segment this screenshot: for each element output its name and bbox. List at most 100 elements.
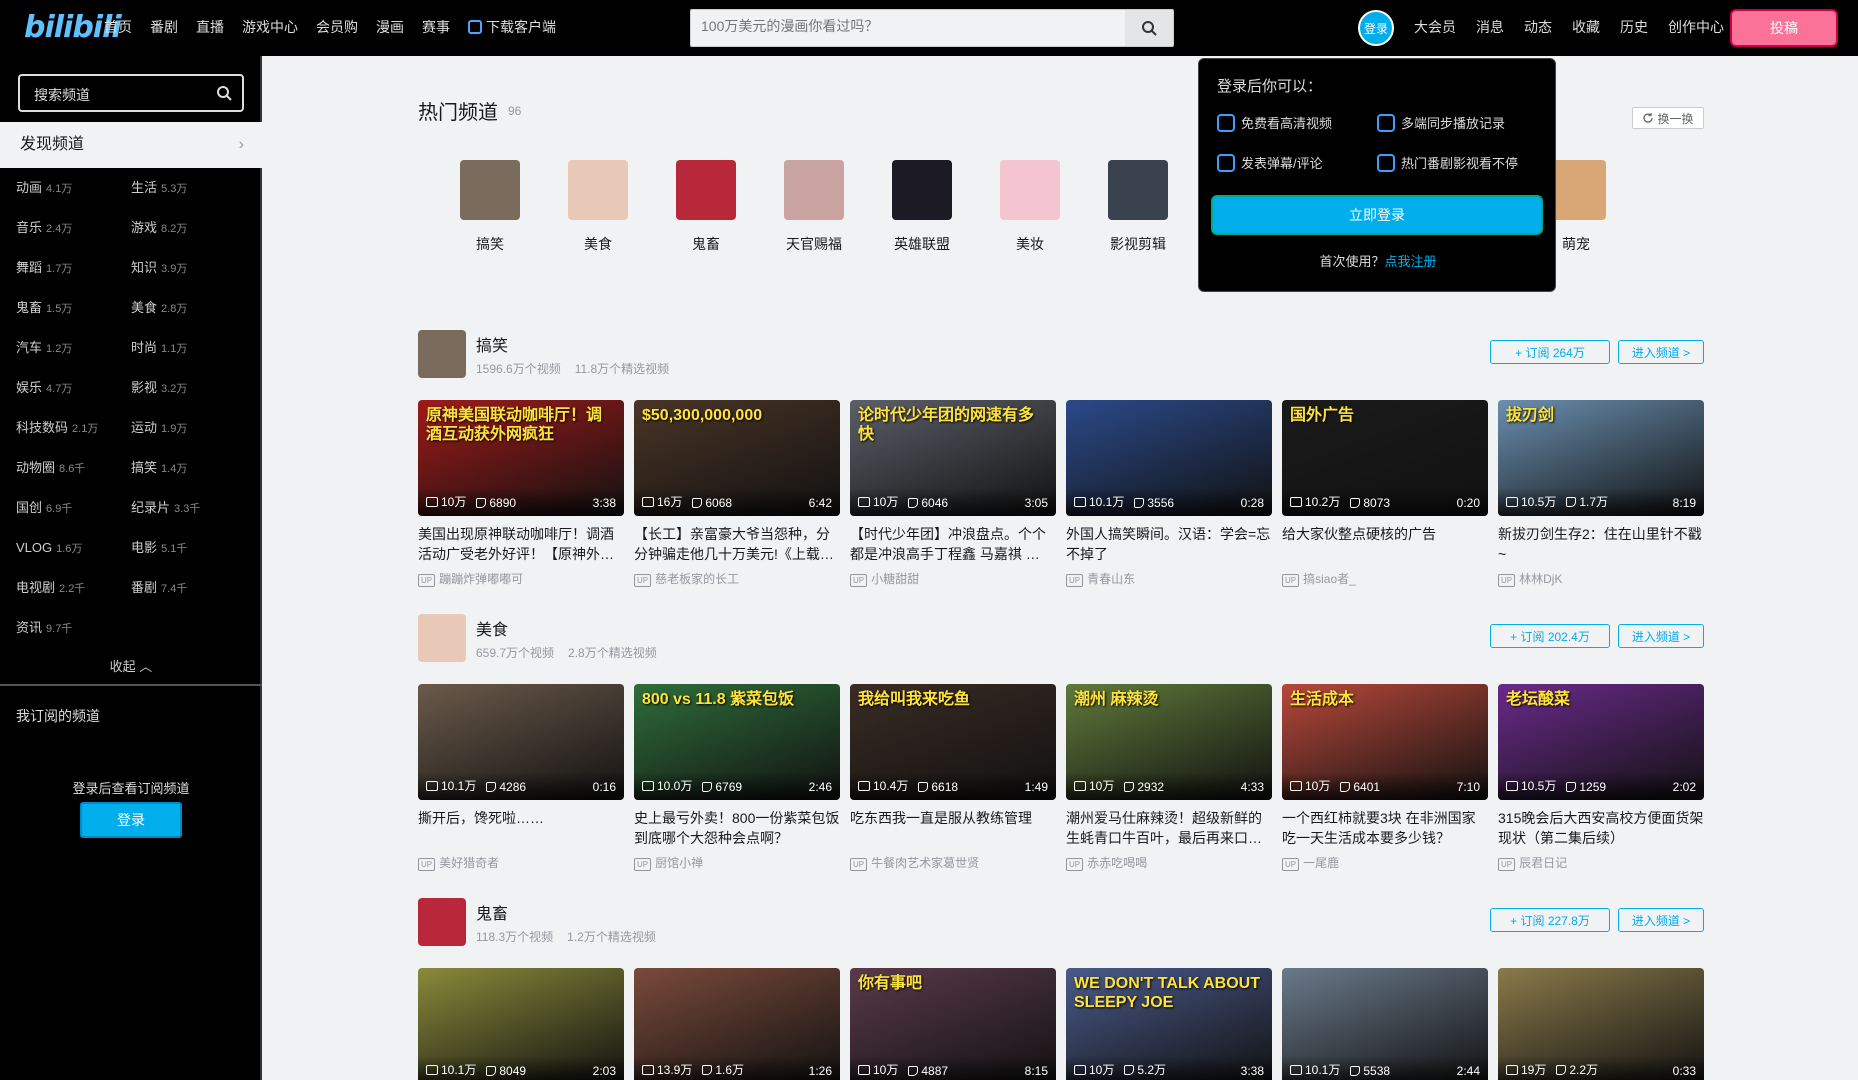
section-avatar[interactable] [418, 898, 466, 946]
nav-download-client[interactable]: 下载客户端 [468, 17, 556, 37]
video-card[interactable]: $50,300,000,000 16万 6068 6:42 【长工】亲富豪大爷当怨种，分… [634, 400, 840, 587]
video-cover[interactable]: 论时代少年团的网速有多快 10万 6046 3:05 [850, 400, 1056, 516]
video-card[interactable]: 原神美国联动咖啡厅！调酒互动获外网疯狂 10万 6890 3:38 美国出现原神联动咖啡… [418, 400, 624, 587]
nav-manga[interactable]: 漫画 [376, 17, 404, 37]
nav-anime[interactable]: 番剧 [150, 17, 178, 37]
sidebar-category-item[interactable]: 美食 2.8万 [131, 296, 246, 319]
sidebar-category-item[interactable]: 国创 6.9千 [16, 496, 131, 519]
nav-messages[interactable]: 消息 [1476, 17, 1504, 37]
video-title[interactable]: 315晚会后大西安高校方便面货架现状（第二集后续） [1498, 808, 1704, 848]
sidebar-category-item[interactable]: 生活 5.3万 [131, 176, 246, 199]
hot-channel-item[interactable]: 搞笑 [436, 160, 544, 254]
hot-channel-item[interactable]: 美食 [544, 160, 652, 254]
video-cover[interactable]: 老坛酸菜 10.5万 1259 2:02 [1498, 684, 1704, 800]
nav-dynamics[interactable]: 动态 [1524, 17, 1552, 37]
hot-channel-item[interactable]: 美妆 [976, 160, 1084, 254]
sidebar-category-item[interactable]: 音乐 2.4万 [16, 216, 131, 239]
nav-mall[interactable]: 会员购 [316, 17, 358, 37]
video-title[interactable]: 吃东西我一直是服从教练管理 [850, 808, 1056, 848]
video-card[interactable]: 论时代少年团的网速有多快 10万 6046 3:05 【时代少年团】冲浪盘点。个个都是冲… [850, 400, 1056, 587]
discover-channels[interactable]: 发现频道 › [0, 122, 262, 168]
section-avatar[interactable] [418, 330, 466, 378]
subscribe-button[interactable]: + 订阅 202.4万 [1490, 624, 1610, 648]
sidebar-category-item[interactable]: 动画 4.1万 [16, 176, 131, 199]
nav-favorites[interactable]: 收藏 [1572, 17, 1600, 37]
sidebar-category-item[interactable]: 时尚 1.1万 [131, 336, 246, 359]
enter-channel-button[interactable]: 进入频道 > [1618, 908, 1704, 932]
video-card[interactable]: 10.1万55382:44啊下之下，而娘之也是你的 [1282, 968, 1488, 1080]
nav-home[interactable]: 首页 [104, 17, 132, 37]
video-title[interactable]: 给大家伙整点硬核的广告 [1282, 524, 1488, 564]
channel-search[interactable]: 搜索频道 [18, 74, 244, 112]
sidebar-category-item[interactable]: 资讯 9.7千 [16, 616, 131, 639]
video-card[interactable]: 老坛酸菜 10.5万 1259 2:02 315晚会后大西安高校方便面货架现状（第二集后… [1498, 684, 1704, 871]
section-avatar[interactable] [418, 614, 466, 662]
sidebar-category-item[interactable]: 搞笑 1.4万 [131, 456, 246, 479]
video-title[interactable]: 撕开后，馋死啦…… [418, 808, 624, 848]
sidebar-category-item[interactable]: 电影 5.1千 [131, 536, 246, 559]
section-name[interactable]: 搞笑 [476, 332, 508, 356]
video-card[interactable]: 800 vs 11.8 紫菜包饭 10.0万 6769 2:46 史上最亏外卖！800一… [634, 684, 840, 871]
video-cover[interactable]: WE DON'T TALK ABOUT SLEEPY JOE 10万 5.2万 3:3… [1066, 968, 1272, 1080]
video-cover[interactable]: 国外广告 10.2万 8073 0:20 [1282, 400, 1488, 516]
video-cover[interactable]: 你有事吧 10万 4887 8:15 [850, 968, 1056, 1080]
sidebar-category-item[interactable]: 运动 1.9万 [131, 416, 246, 439]
sidebar-category-item[interactable]: 纪录片 3.3千 [131, 496, 246, 519]
search-button[interactable] [1125, 10, 1173, 46]
hot-channel-item[interactable]: 天官赐福 [760, 160, 868, 254]
nav-live[interactable]: 直播 [196, 17, 224, 37]
upload-button[interactable]: 投稿 [1730, 9, 1838, 47]
sidebar-category-item[interactable]: 影视 3.2万 [131, 376, 246, 399]
nav-esports[interactable]: 赛事 [422, 17, 450, 37]
video-card[interactable]: 生活成本 10万 6401 7:10 一个西红柿就要3块 在非洲国家吃一天生活成本要多少… [1282, 684, 1488, 871]
uploader[interactable]: UP 一尾鹿 [1282, 854, 1488, 871]
sidebar-category-item[interactable]: 娱乐 4.7万 [16, 376, 131, 399]
video-card[interactable]: 潮州 麻辣烫 10万 2932 4:33 潮州爱马仕麻辣烫！超级新鲜的生蚝青口牛百叶，最… [1066, 684, 1272, 871]
uploader[interactable]: UP 赤赤吃喝喝 [1066, 854, 1272, 871]
collapse-button[interactable]: 收起 ︿ [0, 656, 262, 675]
video-cover[interactable]: 10.1万 5538 2:44 [1282, 968, 1488, 1080]
refresh-button[interactable]: 换一换 [1632, 107, 1704, 129]
video-title[interactable]: 潮州爱马仕麻辣烫！超级新鲜的生蚝青口牛百叶，最后再来口… [1066, 808, 1272, 848]
section-name[interactable]: 美食 [476, 616, 508, 640]
section-name[interactable]: 鬼畜 [476, 900, 508, 924]
sidebar-category-item[interactable]: 知识 3.9万 [131, 256, 246, 279]
video-cover[interactable]: 10.1万 3556 0:28 [1066, 400, 1272, 516]
subscribe-button[interactable]: + 订阅 264万 [1490, 340, 1610, 364]
video-card[interactable]: 我给叫我来吃鱼 10.4万 6618 1:49 吃东西我一直是服从教练管理 UP 牛餐肉艺术… [850, 684, 1056, 871]
video-cover[interactable]: 潮州 麻辣烫 10万 2932 4:33 [1066, 684, 1272, 800]
nav-history[interactable]: 历史 [1620, 17, 1648, 37]
video-card[interactable]: 你有事吧10万48878:15美剧时代 三群时代 [850, 968, 1056, 1080]
sidebar-category-item[interactable]: 汽车 1.2万 [16, 336, 131, 359]
video-title[interactable]: 【时代少年团】冲浪盘点。个个都是冲浪高手丁程鑫 马嘉祺 … [850, 524, 1056, 564]
video-cover[interactable]: 生活成本 10万 6401 7:10 [1282, 684, 1488, 800]
video-title[interactable]: 新拔刃剑生存2：住在山里针不戳~ [1498, 524, 1704, 564]
video-cover[interactable]: 我给叫我来吃鱼 10.4万 6618 1:49 [850, 684, 1056, 800]
video-title[interactable]: 史上最亏外卖！800一份紫菜包饭到底哪个大怨种会点啊？ [634, 808, 840, 848]
video-cover[interactable]: 800 vs 11.8 紫菜包饭 10.0万 6769 2:46 [634, 684, 840, 800]
uploader[interactable]: UP 牛餐肉艺术家葛世贤 [850, 854, 1056, 871]
video-card[interactable]: 13.9万1.6万1:26【鬼畜】海清高 [634, 968, 840, 1080]
sidebar-category-item[interactable]: 鬼畜 1.5万 [16, 296, 131, 319]
nav-vip[interactable]: 大会员 [1414, 17, 1456, 37]
video-cover[interactable]: 原神美国联动咖啡厅！调酒互动获外网疯狂 10万 6890 3:38 [418, 400, 624, 516]
video-card[interactable]: 10.1万80492:03传工成仙记 [418, 968, 624, 1080]
sidebar-category-item[interactable]: 电视剧 2.2千 [16, 576, 131, 599]
uploader[interactable]: UP 小糖甜甜 [850, 570, 1056, 587]
uploader[interactable]: UP 林林DjK [1498, 570, 1704, 587]
enter-channel-button[interactable]: 进入频道 > [1618, 340, 1704, 364]
uploader[interactable]: UP 青春山东 [1066, 570, 1272, 587]
hot-channel-item[interactable]: 英雄联盟 [868, 160, 976, 254]
video-card[interactable]: 19万2.2万0:33【鬼畜】老哥我要 [1498, 968, 1704, 1080]
video-title[interactable]: 一个西红柿就要3块 在非洲国家吃一天生活成本要多少钱？ [1282, 808, 1488, 848]
popup-login-button[interactable]: 立即登录 [1211, 195, 1543, 235]
video-card[interactable]: 10.1万 4286 0:16 撕开后，馋死啦…… UP 美好猎奇者 [418, 684, 624, 871]
sidebar-login-button[interactable]: 登录 [80, 802, 182, 838]
video-cover[interactable]: $50,300,000,000 16万 6068 6:42 [634, 400, 840, 516]
video-cover[interactable]: 13.9万 1.6万 1:26 [634, 968, 840, 1080]
video-card[interactable]: WE DON'T TALK ABOUT SLEEPY JOE 10万 5.2万 3:3… [1066, 968, 1272, 1080]
uploader[interactable]: UP 慈老板家的长工 [634, 570, 840, 587]
nav-creator-center[interactable]: 创作中心 [1668, 17, 1724, 37]
video-title[interactable]: 外国人搞笑瞬间。汉语：学会=忘不掉了 [1066, 524, 1272, 564]
video-title[interactable]: 美国出现原神联动咖啡厅！调酒活动广受老外好评！【原神外… [418, 524, 624, 564]
